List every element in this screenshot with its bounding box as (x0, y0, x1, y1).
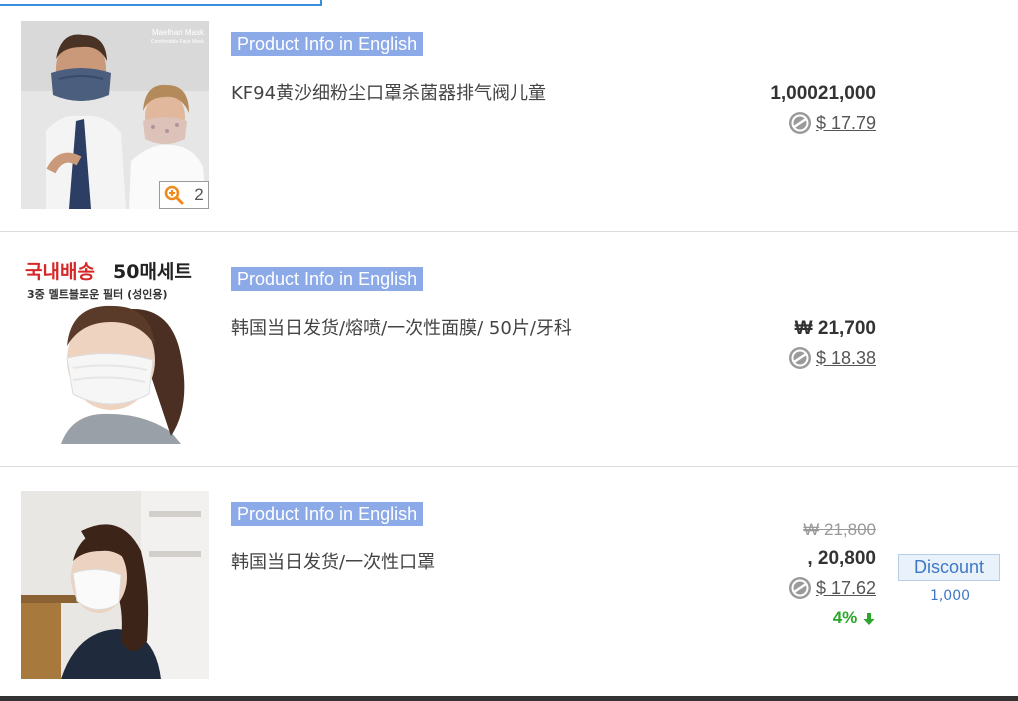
image-brand-subtext: Comfortable Face Mask (151, 39, 205, 45)
product-title[interactable]: KF94黄沙细粉尘口罩杀菌器排气阀儿童 (231, 79, 546, 105)
discount-amount: 1,000 (929, 588, 971, 604)
image-headline-red: 국내배송 (25, 261, 95, 283)
arrow-down-icon (863, 612, 875, 625)
usd-price-link[interactable]: $ 18.38 (816, 348, 876, 369)
image-subline: 3중 멜트블로운 필터 (성인용) (27, 287, 168, 301)
image-headline-black: 50매세트 (113, 261, 192, 283)
mask-photo-2: 국내배송 50매세트 3중 멜트블로운 필터 (성인용) (21, 256, 209, 444)
zoom-images-button[interactable]: 2 (159, 181, 209, 209)
row-divider (0, 466, 1018, 467)
top-frame-edge (0, 0, 322, 6)
price-drop-percent: 4% (832, 608, 858, 627)
product-info-english-tag[interactable]: Product Info in English (231, 267, 424, 291)
price-block: 1,00021,000 $ 17.79 (770, 83, 876, 135)
price: 1,00021,000 (770, 83, 876, 104)
usd-price-link[interactable]: $ 17.62 (816, 578, 876, 599)
bottom-border-bar (0, 696, 1018, 701)
product-image[interactable]: Maelhan Mask Comfortable Face Mask 2 (21, 21, 209, 209)
price: ₩ 21,700 (794, 318, 876, 339)
product-title[interactable]: 韩国当日发货/熔喷/一次性面膜/ 50片/牙科 (231, 314, 572, 340)
image-count: 2 (194, 185, 204, 204)
discount-button[interactable]: Discount (898, 554, 1000, 581)
product-image[interactable] (21, 491, 209, 679)
price-drop: 4% (788, 608, 876, 628)
mask-photo-3 (21, 491, 209, 679)
usd-price-link[interactable]: $ 17.79 (816, 113, 876, 134)
usd-price: $ 17.62 (788, 576, 876, 600)
price: , 20,800 (807, 548, 876, 569)
usd-price: $ 17.79 (770, 111, 876, 135)
price-block: ₩ 21,800 , 20,800 $ 17.62 4% (788, 520, 876, 628)
row-divider (0, 231, 1018, 232)
product-info-english-tag[interactable]: Product Info in English (231, 32, 424, 56)
currency-exchange-icon (788, 347, 811, 369)
product-image[interactable]: 국내배송 50매세트 3중 멜트블로운 필터 (성인용) (21, 256, 209, 444)
image-brand-text: Maelhan Mask (152, 28, 205, 37)
product-info-english-tag[interactable]: Product Info in English (231, 502, 424, 526)
original-price: ₩ 21,800 (803, 520, 876, 539)
price-block: ₩ 21,700 $ 18.38 (788, 318, 876, 370)
usd-price: $ 18.38 (788, 346, 876, 370)
currency-exchange-icon (788, 577, 811, 599)
magnifier-plus-icon (164, 185, 184, 205)
currency-exchange-icon (788, 112, 811, 134)
product-title[interactable]: 韩国当日发货/一次性口罩 (231, 548, 435, 574)
